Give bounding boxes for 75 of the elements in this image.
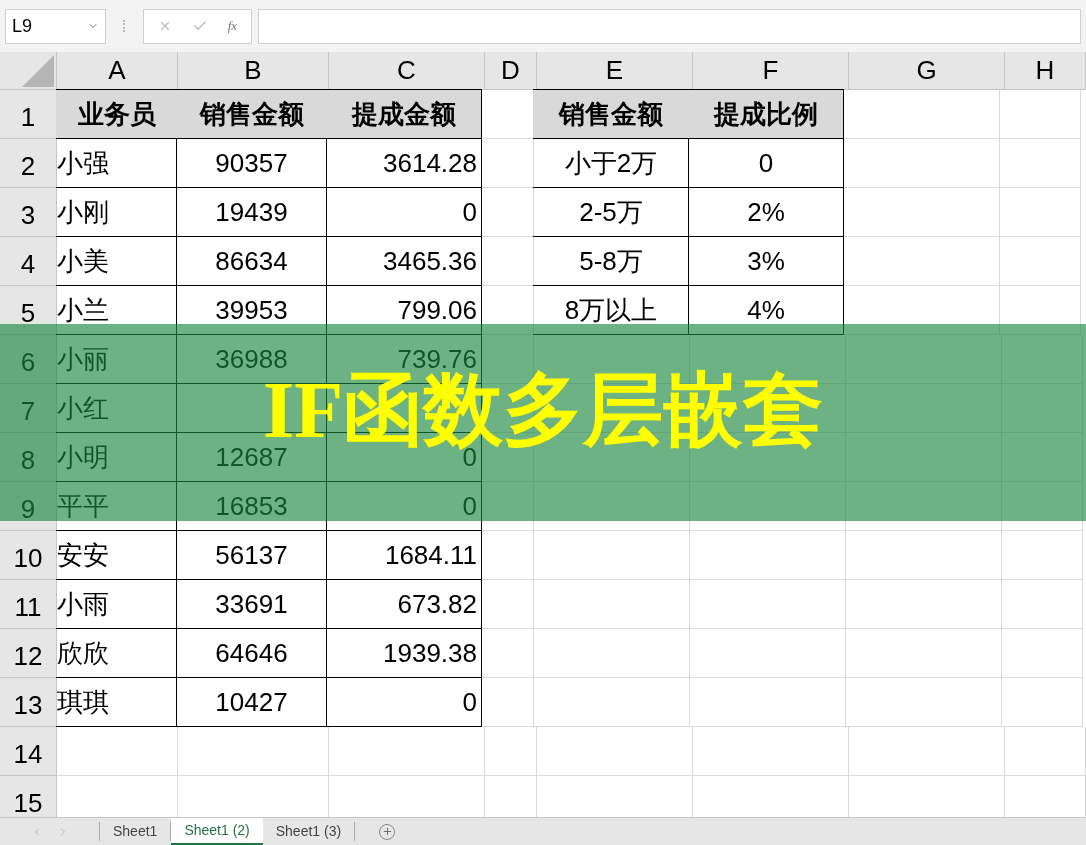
table-cell: 销售金额: [176, 89, 327, 139]
column-header[interactable]: H: [1005, 52, 1086, 89]
table-cell: 56137: [176, 531, 327, 580]
row-header[interactable]: 3: [0, 188, 57, 237]
row-header[interactable]: 14: [0, 727, 57, 776]
plus-icon: [381, 826, 393, 837]
table-cell: 8万以上: [533, 286, 689, 335]
table-cell: 小美: [56, 237, 177, 286]
table-cell: 1684.11: [326, 531, 482, 580]
empty-cell: [482, 580, 534, 629]
table-cell: 86634: [176, 237, 327, 286]
table-cell: 0: [326, 188, 482, 237]
table-cell: 小雨: [56, 580, 177, 629]
select-all-icon[interactable]: [22, 55, 54, 87]
table-cell: 销售金额: [533, 89, 689, 139]
empty-cell: [482, 678, 534, 727]
table-cell: 小丽: [56, 335, 177, 384]
table-cell: 业务员: [56, 89, 177, 139]
empty-cell: [485, 727, 537, 776]
table-cell: 0: [688, 139, 844, 188]
table-cell: 欣欣: [56, 629, 177, 678]
table-cell: 673.82: [326, 580, 482, 629]
row-header[interactable]: 11: [0, 580, 57, 629]
table-cell: 799.06: [326, 286, 482, 335]
row-header[interactable]: 2: [0, 139, 57, 188]
table-cell: 2%: [688, 188, 844, 237]
table-cell: 90357: [176, 139, 327, 188]
table-cell: 64646: [176, 629, 327, 678]
table-cell: 小刚: [56, 188, 177, 237]
column-header[interactable]: G: [849, 52, 1005, 89]
table-cell: 33691: [176, 580, 327, 629]
table-cell: 3614.28: [326, 139, 482, 188]
table-cell: 3%: [688, 237, 844, 286]
table-cell: 0: [326, 482, 482, 531]
empty-cell: [482, 482, 534, 531]
empty-cell: [482, 188, 534, 237]
empty-cell: [482, 139, 534, 188]
table-cell: 4%: [688, 286, 844, 335]
empty-cell: [482, 286, 534, 335]
table-cell: 39953: [176, 286, 327, 335]
empty-cell: [482, 237, 534, 286]
formula-input[interactable]: [258, 8, 1081, 44]
table-cell: 1939.38: [326, 629, 482, 678]
sheet-tab[interactable]: Sheet1 (3): [262, 822, 356, 841]
function-button[interactable]: fx: [227, 16, 238, 36]
table-cell: 2-5万: [533, 188, 689, 237]
row-header[interactable]: 15: [0, 776, 57, 817]
table-cell: 小红: [56, 384, 177, 433]
table-cell: 小明: [56, 433, 177, 482]
table-cell: 小兰: [56, 286, 177, 335]
table-cell: 16853: [176, 482, 327, 531]
table-cell: 小于2万: [533, 139, 689, 188]
row-header[interactable]: 4: [0, 237, 57, 286]
name-box[interactable]: L9: [5, 8, 106, 44]
empty-cell: [482, 629, 534, 678]
row-header[interactable]: 13: [0, 678, 57, 727]
table-cell: 5-8万: [533, 237, 689, 286]
drag-handle-icon: [123, 20, 126, 32]
table-cell: 36988: [176, 335, 327, 384]
table-cell: 10427: [176, 678, 327, 727]
row-header[interactable]: 12: [0, 629, 57, 678]
table-cell: 19439: [176, 188, 327, 237]
table-cell: 0: [326, 678, 482, 727]
table-cell: 提成金额: [326, 89, 482, 139]
table-cell: 安安: [56, 531, 177, 580]
table-cell: 3465.36: [326, 237, 482, 286]
row-header[interactable]: 10: [0, 531, 57, 580]
row-header[interactable]: 1: [0, 90, 57, 139]
table-cell: 小强: [56, 139, 177, 188]
table-cell: 平平: [56, 482, 177, 531]
table-cell: 提成比例: [688, 89, 844, 139]
sheet-tab[interactable]: Sheet1 (2): [171, 818, 263, 845]
empty-cell: [482, 531, 534, 580]
table-cell: 琪琪: [56, 678, 177, 727]
row-header[interactable]: 5: [0, 286, 57, 335]
